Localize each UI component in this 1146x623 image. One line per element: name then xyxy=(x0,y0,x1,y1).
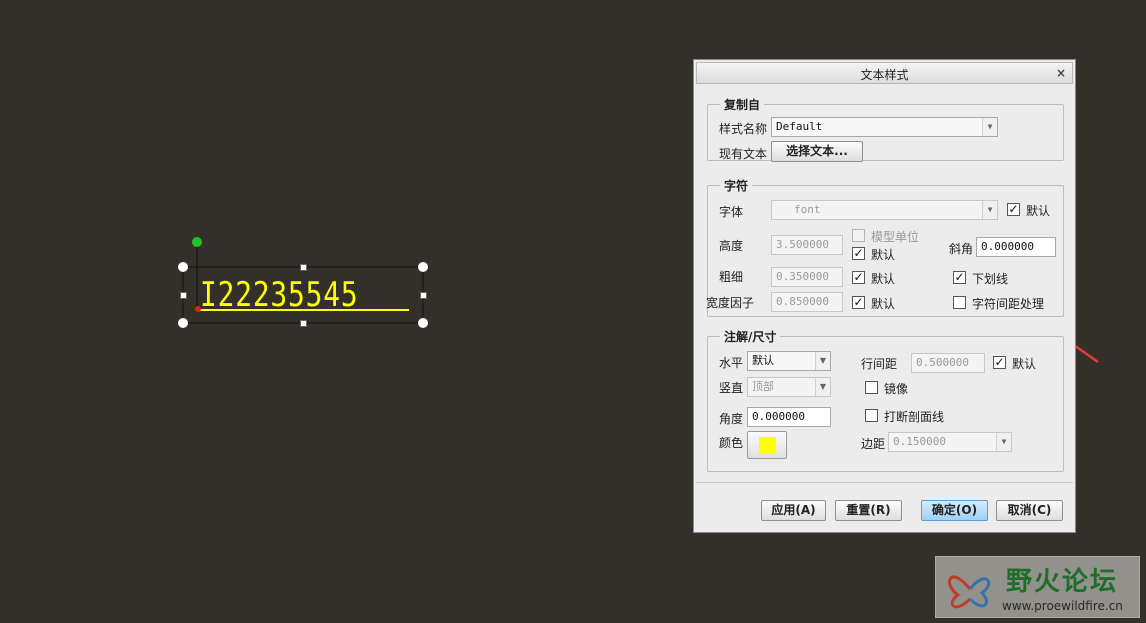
horizontal-select[interactable]: 默认 ▼ xyxy=(747,351,831,371)
cancel-button[interactable]: 取消(C) xyxy=(996,500,1063,521)
corner-handle-top-left[interactable] xyxy=(178,262,188,272)
style-name-value: Default xyxy=(776,120,823,133)
chevron-down-icon: ▼ xyxy=(996,433,1011,451)
line-spacing-field[interactable]: 0.500000 xyxy=(911,353,985,373)
dialog-titlebar[interactable]: 文本样式 × xyxy=(696,62,1073,84)
kerning-checkbox[interactable] xyxy=(953,296,966,309)
horizontal-label: 水平 xyxy=(719,356,744,370)
vertical-label: 竖直 xyxy=(719,381,744,395)
model-units-checkbox[interactable] xyxy=(852,229,865,242)
line-spacing-label: 行间距 xyxy=(861,357,898,371)
line-spacing-default-label: 默认 xyxy=(1012,357,1037,371)
vertical-value: 顶部 xyxy=(752,380,774,393)
thickness-default-checkbox[interactable]: ✓ xyxy=(852,271,865,284)
rotate-handle[interactable] xyxy=(192,237,202,247)
select-text-button[interactable]: 选择文本... xyxy=(771,141,863,162)
corner-handle-bottom-left[interactable] xyxy=(178,318,188,328)
note-dimension-title: 注解/尺寸 xyxy=(720,328,781,345)
style-name-select[interactable]: Default ▼ xyxy=(771,117,998,137)
horizontal-value: 默认 xyxy=(752,354,774,367)
mirror-checkbox[interactable] xyxy=(865,381,878,394)
angle-label: 角度 xyxy=(719,412,744,426)
underline-checkbox[interactable]: ✓ xyxy=(953,271,966,284)
height-label: 高度 xyxy=(719,239,744,253)
chevron-down-icon: ▼ xyxy=(815,352,830,370)
copy-from-title: 复制自 xyxy=(720,96,765,113)
mirror-label: 镜像 xyxy=(884,382,909,396)
watermark-title: 野火论坛 xyxy=(1006,567,1119,597)
width-default-label: 默认 xyxy=(871,297,896,311)
character-title: 字符 xyxy=(720,177,753,194)
thickness-default-label: 默认 xyxy=(871,272,896,286)
font-label: 字体 xyxy=(719,205,744,219)
reset-button[interactable]: 重置(R) xyxy=(835,500,902,521)
edge-handle-right[interactable] xyxy=(420,292,427,299)
line-spacing-default-checkbox[interactable]: ✓ xyxy=(993,356,1006,369)
close-icon[interactable]: × xyxy=(1056,66,1066,80)
width-factor-label: 宽度因子 xyxy=(706,296,755,310)
slant-label: 斜角 xyxy=(949,242,974,256)
height-default-label: 默认 xyxy=(871,248,896,262)
height-field[interactable]: 3.500000 xyxy=(771,235,843,255)
button-separator xyxy=(696,482,1073,483)
thickness-label: 粗细 xyxy=(719,270,744,284)
style-name-label: 样式名称 xyxy=(719,122,768,136)
text-style-dialog: 文本样式 × 复制自 样式名称 Default ▼ 现有文本 选择文本... 字… xyxy=(693,59,1076,533)
edge-handle-left[interactable] xyxy=(180,292,187,299)
chevron-down-icon: ▼ xyxy=(982,201,997,219)
existing-text-label: 现有文本 xyxy=(719,147,768,161)
corner-handle-bottom-right[interactable] xyxy=(418,318,428,328)
height-default-checkbox[interactable]: ✓ xyxy=(852,247,865,260)
underline-label: 下划线 xyxy=(972,272,1009,286)
thickness-field[interactable]: 0.350000 xyxy=(771,267,843,287)
slant-field[interactable]: 0.000000 xyxy=(976,237,1056,257)
width-factor-field[interactable]: 0.850000 xyxy=(771,292,843,312)
forum-watermark: 野火论坛 www.proewildfire.cn xyxy=(935,556,1140,618)
model-units-label: 模型单位 xyxy=(871,230,920,244)
font-default-label: 默认 xyxy=(1026,204,1051,218)
margin-label: 边距 xyxy=(861,437,886,451)
font-default-checkbox[interactable]: ✓ xyxy=(1007,203,1020,216)
color-label: 颜色 xyxy=(719,436,744,450)
corner-handle-top-right[interactable] xyxy=(418,262,428,272)
vertical-select[interactable]: 顶部 ▼ xyxy=(747,377,831,397)
font-value: font xyxy=(794,203,821,216)
butterfly-logo-icon xyxy=(948,575,991,609)
chevron-down-icon: ▼ xyxy=(815,378,830,396)
annotation-text[interactable]: I22235545 xyxy=(200,276,374,314)
chevron-down-icon: ▼ xyxy=(982,118,997,136)
watermark-url: www.proewildfire.cn xyxy=(1002,599,1123,613)
ok-button[interactable]: 确定(O) xyxy=(921,500,988,521)
kerning-label: 字符间距处理 xyxy=(972,297,1045,311)
break-hatch-checkbox[interactable] xyxy=(865,409,878,422)
margin-select[interactable]: 0.150000 ▼ xyxy=(888,432,1012,452)
break-hatch-label: 打断剖面线 xyxy=(884,410,945,424)
edge-handle-bottom[interactable] xyxy=(300,320,307,327)
edge-handle-top[interactable] xyxy=(300,264,307,271)
width-default-checkbox[interactable]: ✓ xyxy=(852,296,865,309)
color-picker-button[interactable] xyxy=(747,431,787,459)
dialog-title: 文本样式 xyxy=(860,68,909,82)
angle-field[interactable]: 0.000000 xyxy=(747,407,831,427)
font-select[interactable]: font ▼ xyxy=(771,200,998,220)
margin-value: 0.150000 xyxy=(893,435,946,448)
apply-button[interactable]: 应用(A) xyxy=(761,500,826,521)
color-swatch xyxy=(759,437,776,454)
